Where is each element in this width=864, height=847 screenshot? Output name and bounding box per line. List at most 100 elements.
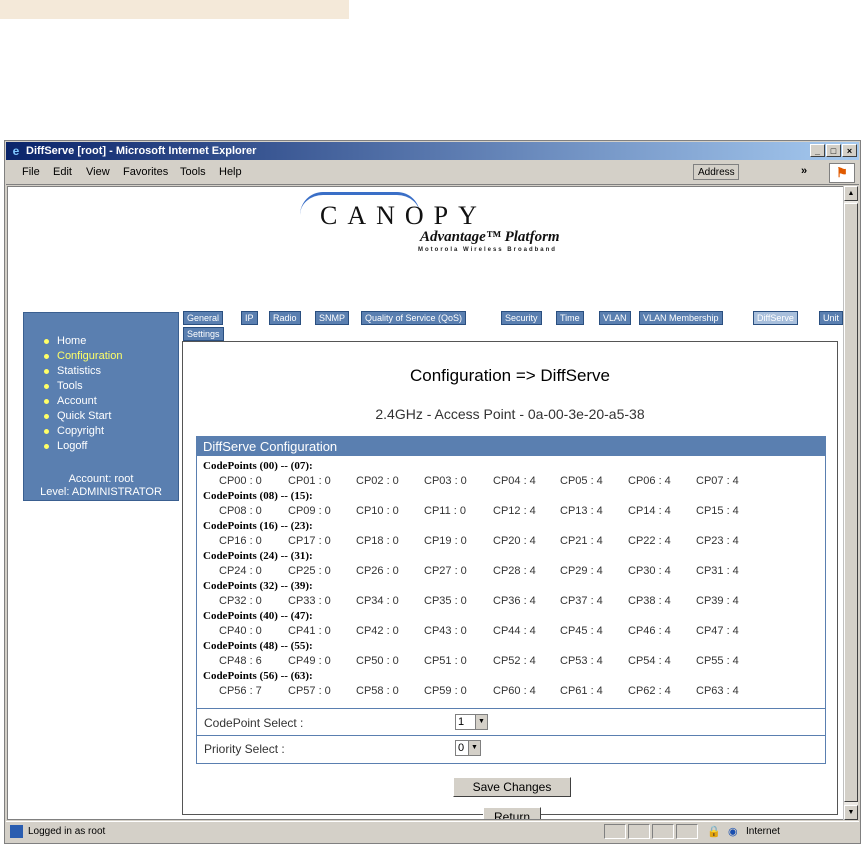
codepoint-value: CP37 : 4 [560,595,603,607]
codepoint-value: CP09 : 0 [288,505,331,517]
tab-vlan[interactable]: VLAN [599,311,631,325]
codepoint-value: CP51 : 0 [424,655,467,667]
chevron-down-icon[interactable]: ▼ [475,715,487,729]
tab-unit[interactable]: Unit [819,311,844,325]
codepoint-row: CP00 : 0 CP01 : 0 CP02 : 0 CP03 : 0 CP04 : 4… [203,474,825,489]
tab-snmp[interactable]: SNMP [315,311,350,325]
tab-security[interactable]: Security [501,311,542,325]
divider [197,708,825,709]
codepoint-range-label: CodePoints (56) -- (63): [203,670,313,682]
menu-favorites[interactable]: Favorites [123,166,168,178]
codepoint-value: CP34 : 0 [356,595,399,607]
codepoint-row: CP24 : 0 CP25 : 0 CP26 : 0 CP27 : 0 CP28 : 4… [203,564,825,579]
vertical-scrollbar[interactable]: ▲ ▼ [843,186,858,820]
codepoint-select[interactable]: 1 ▼ [455,714,488,730]
tab-time[interactable]: Time [556,311,584,325]
codepoint-value: CP31 : 4 [696,565,739,577]
tab-vlan-membership[interactable]: VLAN Membership [639,311,723,325]
bullet-icon [44,353,49,359]
return-button[interactable]: Return [483,807,541,819]
priority-select-label: Priority Select : [204,742,285,756]
sidebar-item-configuration[interactable]: Configuration [44,349,122,364]
divider [197,735,825,736]
codepoint-value: CP53 : 4 [560,655,603,667]
codepoint-value: CP02 : 0 [356,475,399,487]
sidebar-nav: Home Configuration Statistics Tools Account Q… [23,312,179,501]
codepoint-value: CP40 : 0 [219,625,262,637]
sidebar-item-home[interactable]: Home [44,334,122,349]
scroll-thumb[interactable] [844,203,858,802]
scroll-up-icon[interactable]: ▲ [844,186,858,201]
codepoint-value: CP12 : 4 [493,505,536,517]
level-line: Level: ADMINISTRATOR [40,486,162,498]
logo-subtitle: Advantage™ Platform [420,229,560,245]
logo-tagline: Motorola Wireless Broadband [418,247,557,253]
sidebar-item-tools[interactable]: Tools [44,379,122,394]
codepoint-range-label: CodePoints (16) -- (23): [203,520,313,532]
top-strip [0,0,349,19]
sidebar-item-label: Configuration [57,350,123,362]
codepoint-value: CP43 : 0 [424,625,467,637]
priority-select[interactable]: 0 ▼ [455,740,481,756]
address-label[interactable]: Address [693,164,739,180]
codepoint-range-label: CodePoints (00) -- (07): [203,460,313,472]
tab-settings[interactable]: Settings [183,327,224,341]
menu-view[interactable]: View [86,166,110,178]
codepoint-value: CP01 : 0 [288,475,331,487]
tab-quality-of-service-qos[interactable]: Quality of Service (QoS) [361,311,467,325]
minimize-button[interactable]: _ [810,144,825,157]
sidebar-item-copyright[interactable]: Copyright [44,424,122,439]
codepoint-range-label: CodePoints (24) -- (31): [203,550,313,562]
zone-label: Internet [746,826,780,837]
codepoint-value: CP30 : 4 [628,565,671,577]
sidebar-item-quick-start[interactable]: Quick Start [44,409,122,424]
codepoint-row: CP56 : 7 CP57 : 0 CP58 : 0 CP59 : 0 CP60 : 4… [203,684,825,699]
sidebar-item-statistics[interactable]: Statistics [44,364,122,379]
tab-ip[interactable]: IP [241,311,258,325]
sidebar-item-account[interactable]: Account [44,394,122,409]
window-title: DiffServe [root] - Microsoft Internet Ex… [26,145,257,157]
codepoint-value: CP13 : 4 [560,505,603,517]
status-segment [628,824,650,839]
sidebar-item-logoff[interactable]: Logoff [44,439,122,454]
codepoint-value: CP58 : 0 [356,685,399,697]
codepoint-value: CP57 : 0 [288,685,331,697]
codepoint-value: CP63 : 4 [696,685,739,697]
codepoint-value: CP44 : 4 [493,625,536,637]
codepoint-value: CP28 : 4 [493,565,536,577]
codepoint-value: CP47 : 4 [696,625,739,637]
tab-diffserve[interactable]: DiffServe [753,311,798,325]
sidebar-item-label: Statistics [57,365,102,377]
codepoint-value: CP18 : 0 [356,535,399,547]
codepoint-value: CP61 : 4 [560,685,603,697]
menu-edit[interactable]: Edit [53,166,72,178]
bullet-icon [44,338,49,344]
codepoint-value: CP39 : 4 [696,595,739,607]
chevron-down-icon[interactable]: ▼ [468,741,480,755]
bullet-icon [44,383,49,389]
menu-file[interactable]: File [22,166,40,178]
lock-icon: 🔒 [707,826,721,838]
codepoint-range-label: CodePoints (32) -- (39): [203,580,313,592]
diffserve-heading: DiffServe Configuration [197,437,825,456]
save-changes-button[interactable]: Save Changes [453,777,571,797]
tab-general[interactable]: General [183,311,224,325]
codepoint-range-label: CodePoints (48) -- (55): [203,640,313,652]
toolbar-more-chevron[interactable]: » [801,165,807,177]
codepoint-value: CP16 : 0 [219,535,262,547]
maximize-button[interactable]: □ [826,144,841,157]
close-button[interactable]: × [842,144,857,157]
windows-logo-icon: ⚑ [829,163,855,183]
title-bar: e DiffServe [root] - Microsoft Internet … [6,142,859,160]
codepoint-select-value: 1 [458,716,465,728]
scroll-down-icon[interactable]: ▼ [844,805,858,820]
menu-help[interactable]: Help [219,166,242,178]
codepoint-value: CP23 : 4 [696,535,739,547]
codepoint-value: CP33 : 0 [288,595,331,607]
menu-tools[interactable]: Tools [180,166,206,178]
nav-list: Home Configuration Statistics Tools Account Q… [44,334,122,454]
codepoint-value: CP26 : 0 [356,565,399,577]
tab-radio[interactable]: Radio [269,311,301,325]
codepoint-value: CP21 : 4 [560,535,603,547]
status-segment [604,824,626,839]
